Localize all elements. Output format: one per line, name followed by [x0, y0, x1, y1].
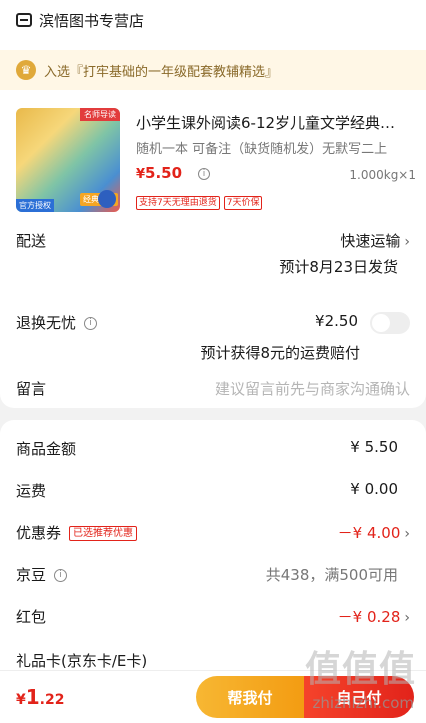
delivery-method-text: 快速运输: [340, 232, 401, 250]
return-service-row: 退换无忧 i ¥2.50 预计获得8元的运费赔付: [16, 312, 410, 362]
product-price: ¥5.50: [136, 164, 182, 182]
watermark: 值值值: [304, 649, 416, 690]
coupon-tag: 已选推荐优惠: [69, 526, 138, 541]
red-packet-label: 红包: [16, 608, 47, 626]
chevron-right-icon: ›: [404, 610, 410, 626]
service-tag: 支持7天无理由退货: [136, 196, 220, 210]
store-name: 滨悟图书专营店: [39, 11, 145, 30]
total-int: 1: [25, 685, 40, 709]
product-spec[interactable]: 随机一本 可备注（缺货随机发）无默写二上: [136, 138, 416, 157]
info-icon[interactable]: i: [198, 168, 210, 180]
return-service-price: ¥2.50: [315, 312, 358, 330]
goods-amount-row: 商品金额 ¥ 5.50: [16, 438, 410, 460]
owl-mascot-icon: [98, 190, 116, 208]
red-packet-value[interactable]: －¥ 0.28 ›: [338, 606, 410, 627]
coupon-label: 优惠券 已选推荐优惠: [16, 522, 138, 543]
return-service-label: 退换无忧 i: [16, 312, 98, 333]
goods-amount-value: ¥ 5.50: [350, 438, 398, 456]
store-icon: [16, 13, 32, 27]
chevron-right-icon: ›: [404, 234, 410, 250]
coupon-row[interactable]: 优惠券 已选推荐优惠 －¥ 4.00 ›: [16, 522, 410, 544]
product-weight-qty: 1.000kg×1: [349, 168, 416, 182]
info-icon[interactable]: i: [54, 569, 68, 582]
price-symbol: ¥: [136, 167, 146, 182]
red-packet-value-text: －¥ 0.28: [337, 608, 401, 626]
product-title[interactable]: 小学生课外阅读6-12岁儿童文学经典…: [136, 112, 416, 133]
red-packet-row[interactable]: 红包 －¥ 0.28 ›: [16, 606, 410, 628]
goods-amount-label: 商品金额: [16, 440, 77, 458]
delivery-row[interactable]: 配送 快速运输 › 预计8月23日发货: [16, 230, 410, 280]
message-input[interactable]: 建议留言前先与商家沟通确认: [215, 378, 410, 399]
return-service-toggle[interactable]: [370, 312, 410, 334]
service-tag: 7天价保: [223, 196, 263, 210]
jd-bean-label: 京豆 i: [16, 564, 68, 585]
service-tags: 支持7天无理由退货 7天价保: [136, 196, 263, 210]
shipping-value: ¥ 0.00: [350, 480, 398, 498]
store-row[interactable]: 滨悟图书专营店: [16, 10, 144, 30]
thumb-tag: 官方授权: [16, 199, 54, 212]
jd-bean-row: 京豆 i 共438，满500可用: [16, 564, 410, 586]
shipping-row: 运费 ¥ 0.00: [16, 480, 410, 502]
price-value: 5.50: [145, 164, 183, 182]
help-pay-button[interactable]: 帮我付: [196, 676, 304, 718]
badge-text: 入选『打牢基础的一年级配套教辅精选』: [44, 64, 279, 80]
chevron-right-icon: ›: [404, 526, 410, 542]
badge-bar[interactable]: ♛ 入选『打牢基础的一年级配套教辅精选』: [0, 50, 426, 90]
product-item[interactable]: 名师导读 经典名著 官方授权 小学生课外阅读6-12岁儿童文学经典… 随机一本 …: [16, 108, 416, 218]
thumb-tag: 名师导读: [80, 108, 120, 121]
total-price: ¥1.22: [16, 685, 64, 709]
delivery-eta: 预计8月23日发货: [279, 258, 398, 276]
delivery-label: 配送: [16, 232, 47, 250]
jd-bean-label-text: 京豆: [16, 566, 47, 584]
gift-card-label: 礼品卡(京东卡/E卡): [16, 652, 148, 670]
trophy-icon: ♛: [16, 60, 36, 80]
coupon-label-text: 优惠券: [16, 524, 62, 542]
message-row[interactable]: 留言 建议留言前先与商家沟通确认: [16, 378, 410, 400]
delivery-method[interactable]: 快速运输 ›: [340, 230, 410, 251]
coupon-value[interactable]: －¥ 4.00 ›: [338, 522, 410, 543]
return-service-note: 预计获得8元的运费赔付: [200, 344, 360, 362]
jd-bean-value: 共438，满500可用: [265, 566, 398, 584]
order-card: 滨悟图书专营店 ♛ 入选『打牢基础的一年级配套教辅精选』 名师导读 经典名著 官…: [0, 0, 426, 408]
total-symbol: ¥: [16, 692, 26, 708]
shipping-label: 运费: [16, 482, 47, 500]
coupon-value-text: －¥ 4.00: [337, 524, 401, 542]
product-thumbnail[interactable]: 名师导读 经典名著 官方授权: [16, 108, 120, 212]
watermark-url: zhizhizhi.com: [312, 694, 414, 712]
message-label: 留言: [16, 380, 47, 398]
total-dec: .22: [39, 692, 65, 708]
info-icon[interactable]: i: [84, 317, 98, 330]
return-service-label-text: 退换无忧: [16, 314, 77, 332]
